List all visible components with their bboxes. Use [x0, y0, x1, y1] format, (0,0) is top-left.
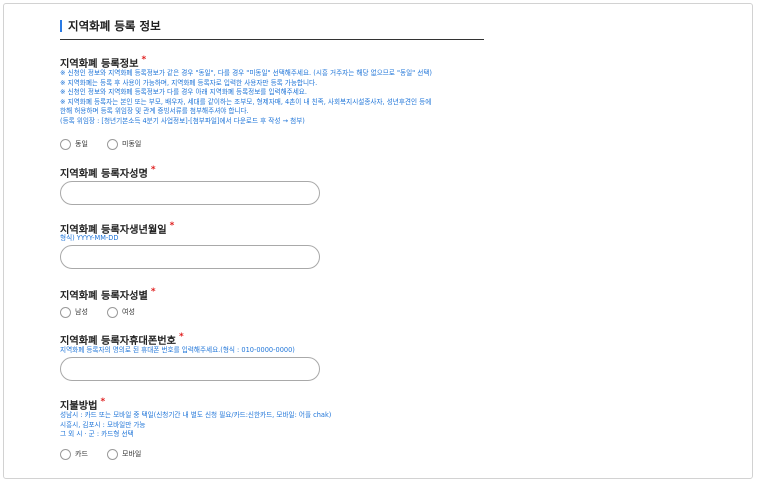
required-mark: * — [100, 397, 106, 407]
radio-circle[interactable] — [107, 306, 118, 318]
section-accent-bar — [60, 20, 62, 32]
radio-circle[interactable] — [107, 448, 118, 460]
registration-note: ※ 지역화폐는 등록 후 사용이 가능하며, 지역화폐 등록자로 입력한 사용자… — [60, 78, 318, 87]
radio-label: 모바일 — [122, 450, 142, 458]
radio-label: 동일 — [75, 140, 88, 148]
payment-method-notes: 성남시 : 카드 또는 모바일 중 택일(신청기간 내 별도 신청 필요/카드:… — [60, 411, 331, 440]
payment-note: 성남시 : 카드 또는 모바일 중 택일(신청기간 내 별도 신청 필요/카드:… — [60, 411, 332, 419]
registrant-gender-label: 지역화폐 등록자성별 * — [60, 287, 156, 302]
radio-circle[interactable] — [60, 448, 71, 460]
radio-label: 여성 — [122, 308, 135, 316]
radio-female[interactable]: 여성 — [107, 305, 135, 319]
registration-note: ※ 지역화폐 등록자는 본인 또는 부모, 배우자, 세대를 같이하는 조부모,… — [60, 97, 432, 106]
radio-label: 카드 — [75, 450, 88, 458]
registrant-name-input[interactable] — [60, 181, 320, 205]
radio-male[interactable]: 남성 — [60, 305, 88, 319]
payment-note: 시흥시, 김포시 : 모바일만 가능 — [60, 420, 146, 429]
registration-note: ※ 신청인 정보와 지역화폐 등록정보가 같은 경우 "동일", 다를 경우 "… — [60, 69, 433, 77]
payment-note: 그 외 시 · 군 : 카드형 선택 — [60, 430, 134, 439]
registrant-phone-hint: 지역화폐 등록자의 명의로 된 휴대폰 번호를 입력해주세요.(형식 : 010… — [60, 346, 295, 354]
registrant-gender-label-text: 지역화폐 등록자성별 — [60, 291, 148, 302]
registrant-birth-hint: 형식) YYYY-MM-DD — [60, 234, 119, 242]
registrant-name-label: 지역화폐 등록자성명 * — [60, 165, 156, 180]
radio-label: 남성 — [75, 308, 88, 316]
required-mark: * — [150, 165, 156, 175]
radio-not-same[interactable]: 미동일 — [107, 137, 141, 151]
section-title: 지역화폐 등록 정보 — [68, 19, 161, 33]
radio-mobile[interactable]: 모바일 — [107, 447, 141, 461]
registration-note: 한해 허용하며 등록 위임장 및 관계 증빙서류를 첨부해주셔야 합니다. — [60, 107, 249, 116]
radio-circle[interactable] — [107, 138, 118, 150]
required-mark: * — [179, 332, 184, 342]
radio-card[interactable]: 카드 — [60, 447, 88, 461]
radio-label: 미동일 — [122, 140, 142, 148]
registrant-phone-input[interactable] — [60, 357, 320, 381]
registrant-birth-input[interactable] — [60, 245, 320, 269]
required-mark: * — [150, 287, 156, 297]
registration-note: (등록 위임장 : [청년기본소득 4분기 사업정보]-[첨부파일]에서 다운로… — [60, 116, 305, 125]
registrant-name-label-text: 지역화폐 등록자성명 — [60, 169, 148, 180]
registration-note: ※ 신청인 정보와 지역화폐 등록정보가 다를 경우 아래 지역화폐 등록정보를… — [60, 88, 307, 97]
required-mark: * — [141, 55, 147, 65]
section-header: 지역화폐 등록 정보 — [60, 18, 484, 40]
registration-info-label: 지역화폐 등록정보 * — [60, 55, 146, 70]
radio-circle[interactable] — [60, 138, 71, 150]
required-mark: * — [169, 221, 175, 231]
registrant-phone-label: 지역화폐 등록자휴대폰번호 * — [60, 332, 184, 347]
radio-same[interactable]: 동일 — [60, 137, 88, 151]
payment-method-label: 지불방법 * — [60, 397, 105, 412]
radio-circle[interactable] — [60, 306, 71, 318]
registration-info-notes: ※ 신청인 정보와 지역화폐 등록정보가 같은 경우 "동일", 다를 경우 "… — [60, 69, 432, 127]
